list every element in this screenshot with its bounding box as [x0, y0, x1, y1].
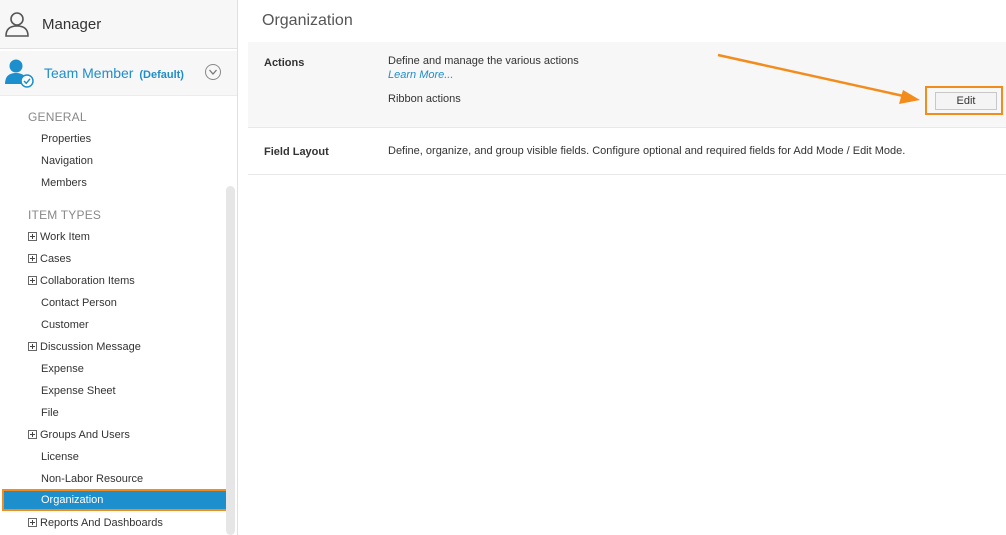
- nav-item-contact-person[interactable]: Contact Person: [41, 292, 117, 314]
- chevron-down-icon[interactable]: [205, 64, 221, 80]
- team-member-icon: [4, 57, 36, 89]
- expand-plus-icon[interactable]: [28, 518, 37, 527]
- nav-item-cases[interactable]: Cases: [28, 248, 71, 270]
- role-team-member-name: Team Member: [44, 65, 134, 81]
- nav-item-license[interactable]: License: [41, 446, 79, 468]
- section-general-heading: GENERAL: [28, 110, 87, 124]
- nav-item-file[interactable]: File: [41, 402, 59, 424]
- nav-item-label: Cases: [40, 253, 72, 265]
- expand-plus-icon[interactable]: [28, 430, 37, 439]
- role-manager-label: Manager: [42, 15, 102, 33]
- annotation-arrow: [717, 53, 920, 104]
- role-team-member-label: Team Member (Default): [44, 65, 184, 81]
- row-description: Define, organize, and group visible fiel…: [388, 145, 906, 157]
- main-content: Organization Actions Define and manage t…: [248, 0, 1006, 535]
- expand-plus-icon[interactable]: [28, 232, 37, 241]
- expand-plus-icon[interactable]: [28, 254, 37, 263]
- nav-item-label: Organization: [41, 494, 104, 506]
- nav-item-non-labor-resource[interactable]: Non-Labor Resource: [41, 468, 143, 490]
- nav-item-discussion-message[interactable]: Discussion Message: [28, 336, 141, 358]
- nav-item-label: Collaboration Items: [40, 275, 135, 287]
- expand-plus-icon[interactable]: [28, 342, 37, 351]
- section-item-types-heading: ITEM TYPES: [28, 208, 102, 222]
- nav-item-properties[interactable]: Properties: [41, 128, 91, 150]
- nav-item-label: Groups And Users: [40, 429, 130, 441]
- role-team-member[interactable]: Team Member (Default): [0, 51, 237, 96]
- nav-item-groups-and-users[interactable]: Groups And Users: [28, 424, 130, 446]
- sidebar: Manager Team Member (Default) GENERAL Pr…: [0, 0, 238, 535]
- nav-item-customer[interactable]: Customer: [41, 314, 89, 336]
- default-tag: (Default): [139, 69, 184, 81]
- user-outline-icon: [4, 11, 30, 37]
- nav-item-organization-selected[interactable]: Organization: [2, 489, 235, 511]
- settings-row-field-layout: Field Layout Define, organize, and group…: [248, 129, 1006, 175]
- nav-item-label: Reports And Dashboards: [40, 517, 163, 529]
- nav-item-expense-sheet[interactable]: Expense Sheet: [41, 380, 116, 402]
- nav-item-reports-and-dashboards[interactable]: Reports And Dashboards: [28, 512, 163, 534]
- nav-item-members[interactable]: Members: [41, 172, 87, 194]
- nav-item-expense[interactable]: Expense: [41, 358, 84, 380]
- nav-item-navigation[interactable]: Navigation: [41, 150, 93, 172]
- expand-plus-icon[interactable]: [28, 276, 37, 285]
- nav-item-work-item[interactable]: Work Item: [28, 226, 90, 248]
- sidebar-scrollbar[interactable]: [226, 186, 235, 535]
- nav-item-label: Work Item: [40, 231, 90, 243]
- role-manager[interactable]: Manager: [0, 0, 237, 49]
- row-name: Field Layout: [264, 146, 329, 158]
- nav-item-label: Discussion Message: [40, 341, 141, 353]
- nav-item-collaboration-items[interactable]: Collaboration Items: [28, 270, 135, 292]
- app-window: Manager Team Member (Default) GENERAL Pr…: [0, 0, 1006, 535]
